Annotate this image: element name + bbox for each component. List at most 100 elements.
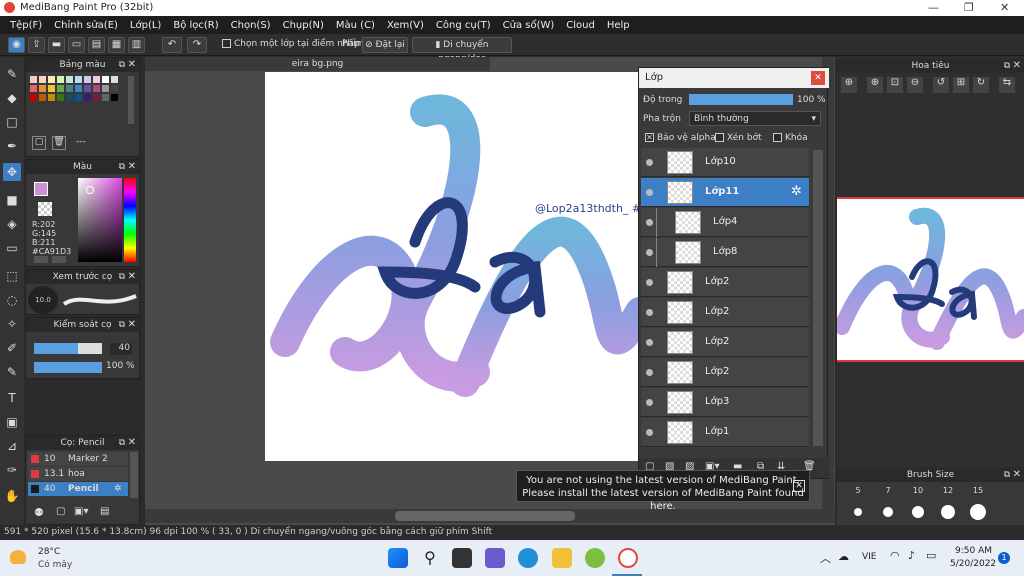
brush-list-scrollbar[interactable] <box>130 452 138 498</box>
undock-icon[interactable]: ⧉ <box>119 436 125 450</box>
visibility-icon[interactable] <box>646 309 653 316</box>
undock-icon[interactable]: ⧉ <box>1004 468 1010 482</box>
weather-temp[interactable]: 28°C <box>38 547 60 557</box>
palette-scrollbar[interactable] <box>128 76 134 124</box>
layer-row[interactable]: Lớp3 <box>641 388 809 417</box>
palette-swatch[interactable] <box>57 76 64 83</box>
palette-swatch[interactable] <box>57 94 64 101</box>
comment-icon[interactable]: ▬ <box>48 37 65 53</box>
palette-swatch[interactable] <box>111 76 118 83</box>
palette-swatch[interactable] <box>75 85 82 92</box>
menu-item[interactable]: Màu (C) <box>330 20 381 31</box>
layer-row[interactable]: Lớp4 <box>641 208 809 237</box>
volume-icon[interactable]: ♪ <box>908 549 915 562</box>
page-icon[interactable]: ▤ <box>88 37 105 53</box>
edge-icon[interactable] <box>518 548 538 568</box>
visibility-icon[interactable] <box>646 249 653 256</box>
rotate-reset-icon[interactable]: ⊞ <box>953 77 969 93</box>
close-icon[interactable]: ✕ <box>128 436 136 450</box>
undock-icon[interactable]: ⧉ <box>1004 59 1010 73</box>
brush-item[interactable]: 40 Pencil ✲ <box>28 482 128 496</box>
lock-option[interactable]: Khóa <box>773 133 808 143</box>
menu-item[interactable]: Tệp(F) <box>4 20 48 31</box>
weather-icon[interactable] <box>10 550 26 564</box>
protect-alpha-option[interactable]: ✕ Bảo vệ alpha <box>645 133 716 143</box>
brush-width-value[interactable]: 40 <box>110 343 132 355</box>
palette-swatch[interactable] <box>30 85 37 92</box>
gear-icon[interactable]: ✲ <box>114 482 122 496</box>
palette-swatch[interactable] <box>75 76 82 83</box>
menu-item[interactable]: Help <box>601 20 636 31</box>
close-icon[interactable]: ✕ <box>128 58 136 72</box>
frame-icon[interactable]: ▣ <box>3 413 21 431</box>
clock-date[interactable]: 5/20/2022 <box>950 559 996 569</box>
palette-swatch[interactable] <box>66 85 73 92</box>
navigator-preview[interactable] <box>837 197 1024 362</box>
start-icon[interactable] <box>388 548 408 568</box>
chrome-icon[interactable] <box>585 548 605 568</box>
chevron-up-icon[interactable]: ︿ <box>820 550 831 566</box>
zoom-100-icon[interactable]: ⊡ <box>887 77 903 93</box>
brush-size-option[interactable]: 10 <box>905 486 931 526</box>
undock-icon[interactable]: ⧉ <box>119 160 125 174</box>
eraser-icon[interactable]: ◆ <box>3 89 21 107</box>
add-brush-icon[interactable]: ⚉ <box>34 506 44 519</box>
canvas-paper[interactable]: @Lop2a13thdth_ # <box>265 72 640 461</box>
primary-color-swatch[interactable] <box>34 182 48 196</box>
tile-icon[interactable]: ▥ <box>128 37 145 53</box>
palette-swatch[interactable] <box>102 85 109 92</box>
palette-swatch[interactable] <box>84 85 91 92</box>
layer-panel-close-icon[interactable]: ✕ <box>811 71 825 85</box>
brush-opacity-slider[interactable] <box>34 362 102 373</box>
language-indicator[interactable]: VIE <box>862 552 877 562</box>
palette-swatch[interactable] <box>102 94 109 101</box>
color-mode-button-2[interactable] <box>52 256 66 263</box>
brush-settings-icon[interactable]: ▤ <box>100 506 109 517</box>
palette-swatch[interactable] <box>75 94 82 101</box>
layer-scrollbar[interactable] <box>813 150 823 446</box>
menu-item[interactable]: Chọn(S) <box>225 20 277 31</box>
rotate-right-icon[interactable]: ↻ <box>973 77 989 93</box>
brush-item[interactable]: 10 Marker 2 <box>28 452 128 466</box>
close-icon[interactable]: ✕ <box>128 318 136 332</box>
opacity-slider[interactable] <box>689 94 793 105</box>
select-layer-option[interactable]: Chọn một lớp tại điểm nhấp <box>222 39 360 49</box>
clip-option[interactable]: Xén bớt <box>715 133 762 143</box>
palette-swatch[interactable] <box>102 76 109 83</box>
lasso-icon[interactable]: ◌ <box>3 291 21 309</box>
grid-icon[interactable]: ▦ <box>108 37 125 53</box>
update-notice[interactable]: You are not using the latest version of … <box>516 470 810 512</box>
menu-item[interactable]: Cửa sổ(W) <box>497 20 561 31</box>
hand-icon[interactable]: ✋ <box>3 487 21 505</box>
brush-size-option[interactable]: 5 <box>845 486 871 526</box>
notification-badge[interactable]: 1 <box>998 552 1010 564</box>
visibility-icon[interactable] <box>646 399 653 406</box>
menu-item[interactable]: Xem(V) <box>381 20 430 31</box>
menu-item[interactable]: Chỉnh sửa(E) <box>48 20 124 31</box>
search-icon[interactable]: ⚲ <box>420 548 440 568</box>
menu-item[interactable]: Công cụ(T) <box>430 20 497 31</box>
undock-icon[interactable]: ⧉ <box>119 270 125 284</box>
minimize-icon[interactable]: — <box>928 1 939 14</box>
layer-row[interactable]: Lớp10 <box>641 148 809 177</box>
layer-row[interactable]: Lớp8 <box>641 238 809 267</box>
select-layer-checkbox[interactable] <box>222 39 231 48</box>
layer-move-icon[interactable]: ◉ <box>8 37 25 53</box>
palette-swatch[interactable] <box>66 76 73 83</box>
gear-icon[interactable]: ✲ <box>791 184 802 199</box>
medibang-icon[interactable] <box>618 548 638 568</box>
visibility-icon[interactable] <box>646 219 653 226</box>
delete-palette-icon[interactable]: 🗑 <box>52 136 66 150</box>
brush-size-option[interactable]: 7 <box>875 486 901 526</box>
brush-menu-icon[interactable]: ▣▾ <box>74 506 88 517</box>
palette-swatch[interactable] <box>30 76 37 83</box>
file-explorer-icon[interactable] <box>552 548 572 568</box>
bucket-icon[interactable]: ◈ <box>3 215 21 233</box>
protect-alpha-checkbox[interactable]: ✕ <box>645 133 654 142</box>
palette-swatch[interactable] <box>48 85 55 92</box>
cloud-icon[interactable]: ☁ <box>838 550 849 563</box>
select-eraser-icon[interactable]: ✎ <box>3 363 21 381</box>
fill-rect-icon[interactable]: ■ <box>3 191 21 209</box>
palette-swatch[interactable] <box>84 76 91 83</box>
hue-slider[interactable] <box>124 178 136 262</box>
